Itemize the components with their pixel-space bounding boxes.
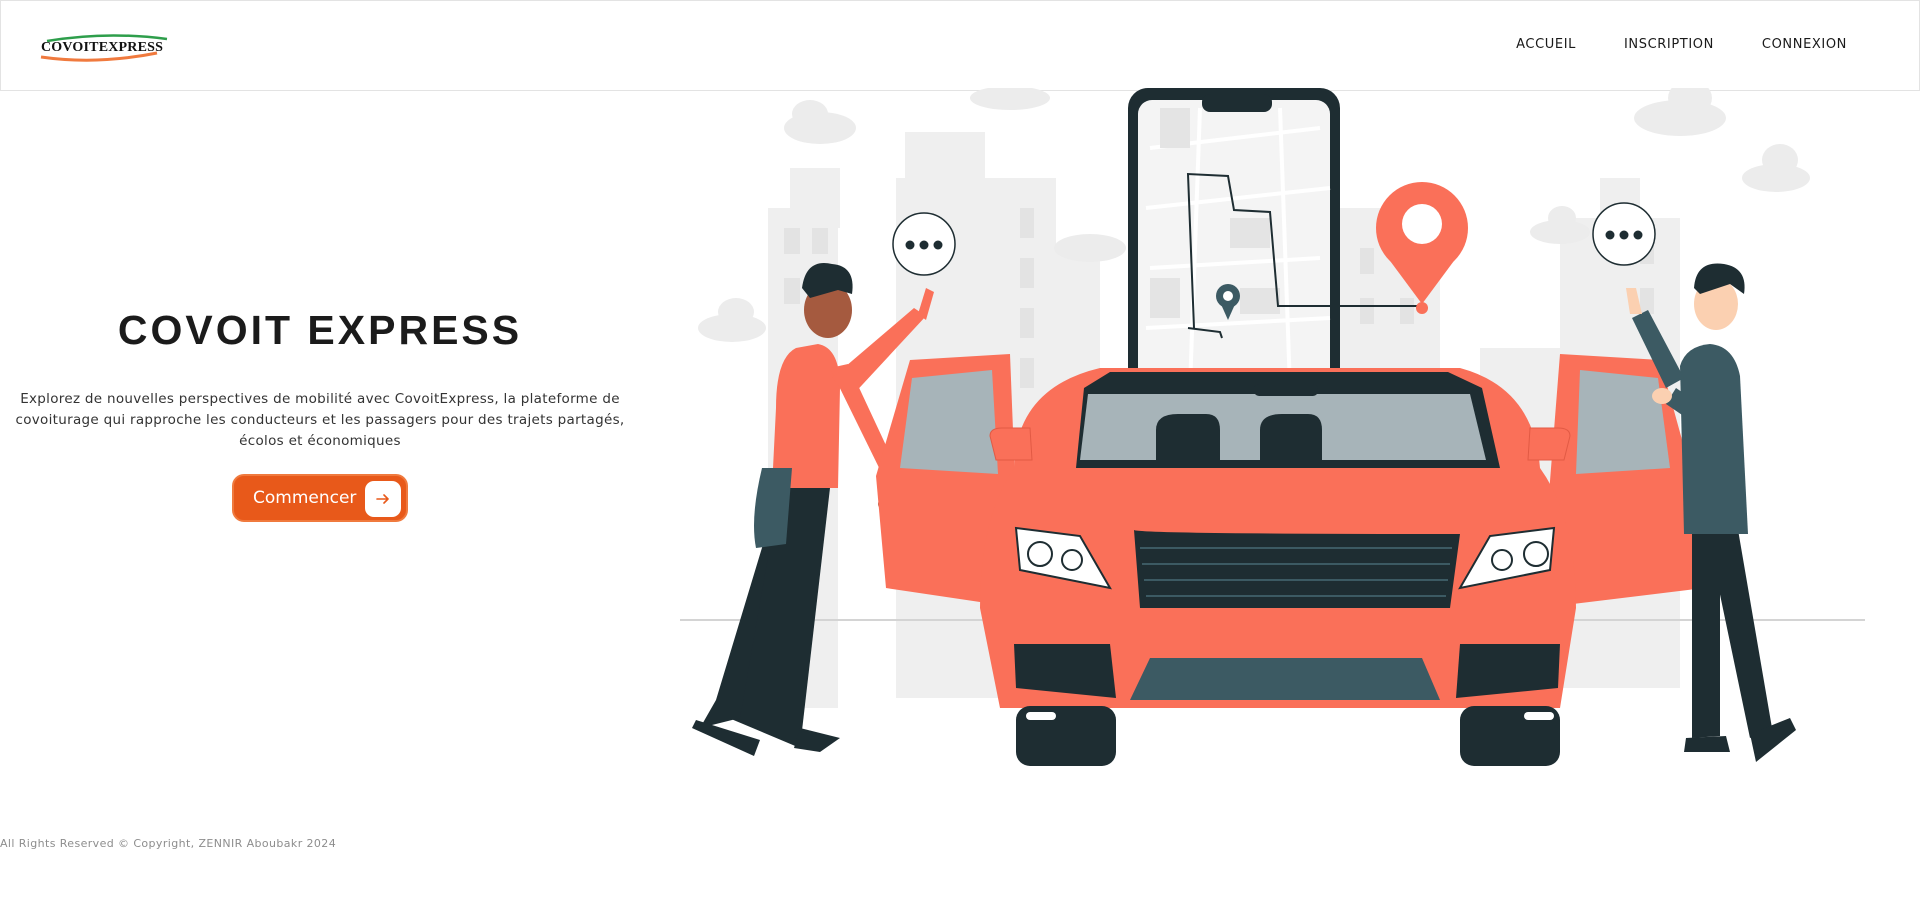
copyright-footer: All Rights Reserved © Copyright, ZENNIR … bbox=[0, 837, 337, 850]
site-logo[interactable]: COVOITEXPRESS bbox=[37, 29, 199, 65]
carpool-illustration bbox=[680, 80, 1880, 788]
nav-link-accueil[interactable]: ACCUEIL bbox=[1516, 37, 1576, 52]
hero-title: COVOIT EXPRESS bbox=[117, 307, 523, 353]
nav-link-inscription[interactable]: INSCRIPTION bbox=[1624, 37, 1714, 52]
hero-description: Explorez de nouvelles perspectives de mo… bbox=[15, 391, 625, 449]
nav-link-connexion[interactable]: CONNEXION bbox=[1762, 37, 1847, 52]
arrow-right-icon bbox=[365, 481, 401, 517]
commencer-button[interactable]: Commencer bbox=[232, 474, 408, 522]
logo-text: COVOITEXPRESS bbox=[41, 40, 164, 55]
main-nav: ACCUEIL INSCRIPTION CONNEXION bbox=[1516, 37, 1847, 52]
site-header: COVOITEXPRESS ACCUEIL INSCRIPTION CONNEX… bbox=[0, 0, 1920, 91]
hero-section: COVOIT EXPRESS Explorez de nouvelles per… bbox=[0, 300, 640, 522]
commencer-button-label: Commencer bbox=[253, 488, 357, 508]
car-icon bbox=[876, 354, 1704, 766]
